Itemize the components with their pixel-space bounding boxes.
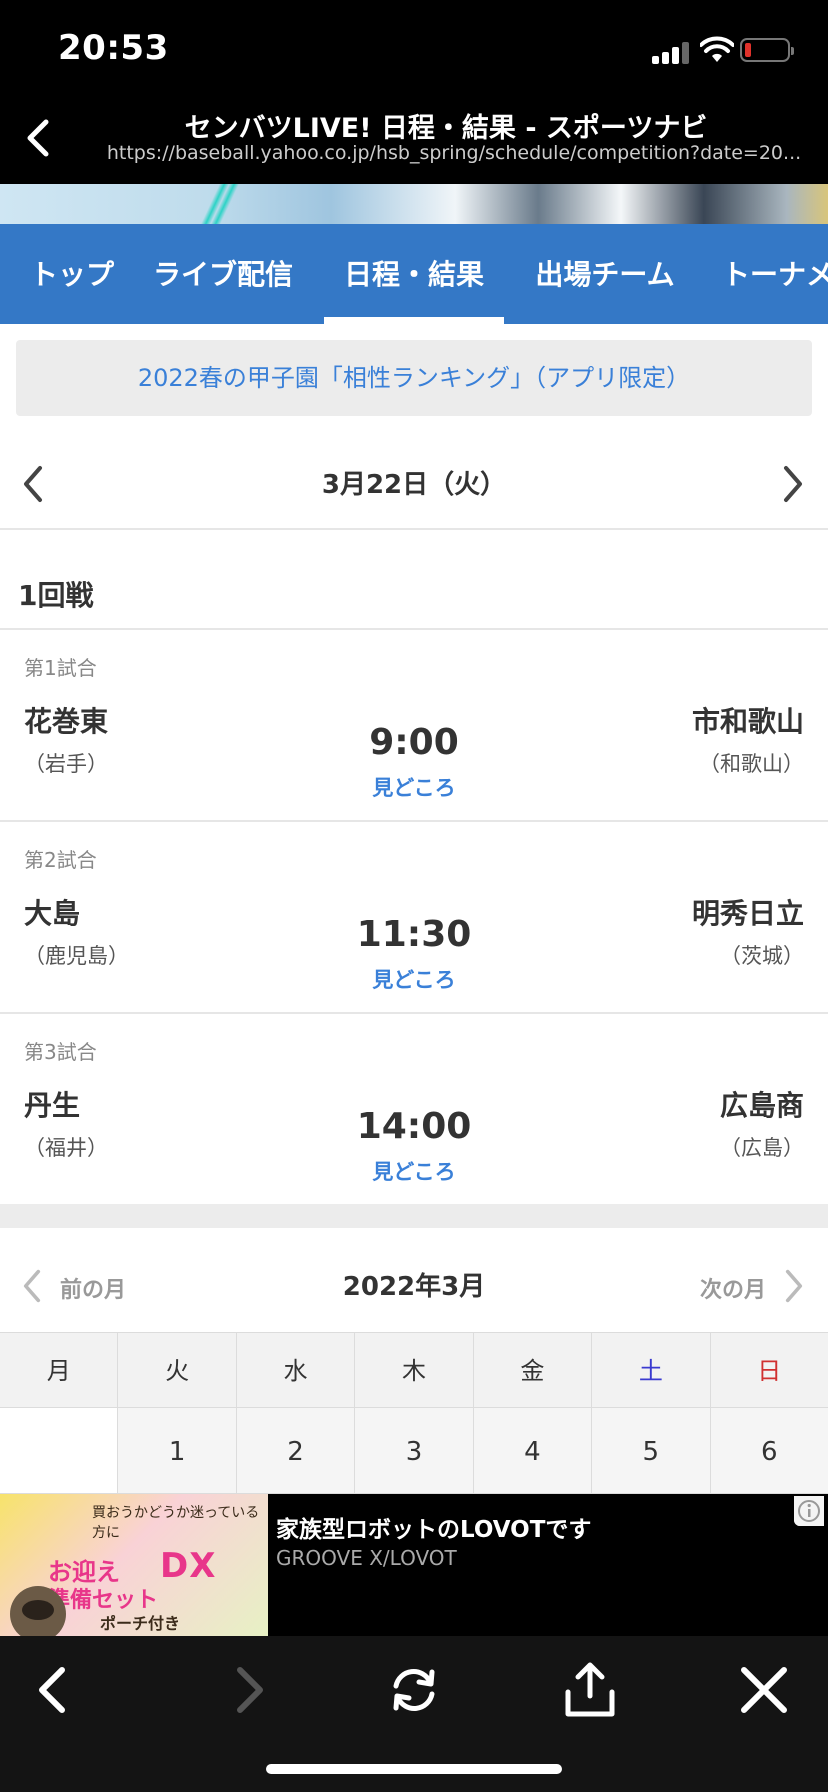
section-tabs: トップ ライブ配信 日程・結果 出場チーム トーナメ <box>0 224 828 324</box>
weekday-thu: 木 <box>355 1332 474 1408</box>
calendar-weekday-row: 月 火 水 木 金 土 日 <box>0 1332 828 1408</box>
back-arrow-icon[interactable] <box>24 1660 84 1720</box>
calendar-day-empty <box>0 1408 119 1494</box>
lovot-robot-image <box>10 1586 66 1636</box>
tab-tournament[interactable]: トーナメ <box>722 224 828 324</box>
advertisement[interactable]: 買おうかどうか迷っている方に お迎え 準備セット DX ポーチ付き 家族型ロボッ… <box>0 1494 828 1636</box>
date-navigator: 3月22日（火） <box>0 434 828 530</box>
close-icon[interactable] <box>734 1660 794 1720</box>
ad-image-text: DX <box>160 1546 217 1586</box>
status-bar: 20:53 <box>0 0 828 92</box>
game-row[interactable]: 第1試合 花巻東 （岩手） 9:00 見どころ 市和歌山 （和歌山） <box>0 630 828 820</box>
game-row[interactable]: 第2試合 大島 （鹿児島） 11:30 見どころ 明秀日立 （茨城） <box>0 822 828 1012</box>
wifi-icon <box>700 36 734 62</box>
weekday-tue: 火 <box>118 1332 237 1408</box>
game-row[interactable]: 第3試合 丹生 （福井） 14:00 見どころ 広島商 （広島） <box>0 1014 828 1204</box>
away-team-name: 明秀日立 <box>691 897 804 930</box>
game-time: 14:00 <box>356 1106 472 1147</box>
ad-image-text: 買おうかどうか迷っている方に <box>92 1505 260 1541</box>
away-team-prefecture: （広島） <box>720 1136 804 1160</box>
ad-image[interactable]: 買おうかどうか迷っている方に お迎え 準備セット DX ポーチ付き <box>0 1494 268 1636</box>
game-number: 第1試合 <box>24 656 97 680</box>
next-month-link[interactable]: 次の月 <box>700 1272 766 1304</box>
promo-banner-link[interactable]: 2022春の甲子園「相性ランキング」（アプリ限定） <box>16 340 812 416</box>
calendar-day[interactable]: 6 <box>710 1408 828 1494</box>
page-url: https://baseball.yahoo.co.jp/hsb_spring/… <box>106 142 802 164</box>
calendar-day[interactable]: 5 <box>592 1408 711 1494</box>
tab-teams[interactable]: 出場チーム <box>532 224 678 324</box>
tab-top[interactable]: トップ <box>18 224 126 324</box>
away-team-name: 市和歌山 <box>691 705 804 738</box>
calendar-day[interactable]: 1 <box>118 1408 237 1494</box>
hero-banner-image <box>0 184 828 224</box>
ad-image-text: ポーチ付き <box>100 1614 181 1633</box>
round-heading: 1回戦 <box>18 579 94 612</box>
reload-icon[interactable] <box>384 1660 444 1720</box>
calendar-day[interactable]: 3 <box>355 1408 474 1494</box>
ad-title[interactable]: 家族型ロボットのLOVOTです <box>276 1510 591 1544</box>
month-navigator: 前の月 2022年3月 次の月 <box>0 1228 828 1332</box>
calendar-grid: 月 火 水 木 金 土 日 1 2 3 4 5 6 <box>0 1332 828 1494</box>
calendar-day[interactable]: 4 <box>473 1408 593 1494</box>
page-title: センバツLIVE! 日程・結果 - スポーツナビ <box>184 113 708 144</box>
section-spacer <box>0 1204 828 1228</box>
weekday-wed: 水 <box>236 1332 356 1408</box>
preview-link[interactable]: 見どころ <box>0 1156 828 1186</box>
weekday-sat: 土 <box>592 1332 711 1408</box>
next-day-chevron-icon[interactable] <box>778 464 808 504</box>
browser-header: センバツLIVE! 日程・結果 - スポーツナビ https://basebal… <box>0 92 828 184</box>
calendar-week-row: 1 2 3 4 5 6 <box>0 1408 828 1494</box>
away-team-name: 広島商 <box>719 1089 804 1122</box>
away-team-prefecture: （和歌山） <box>699 752 804 776</box>
weekday-sun: 日 <box>710 1332 828 1408</box>
ad-info-icon[interactable] <box>794 1496 824 1526</box>
preview-link[interactable]: 見どころ <box>0 964 828 994</box>
ad-advertiser: GROOVE X/LOVOT <box>276 1546 457 1570</box>
away-team-prefecture: （茨城） <box>720 944 804 968</box>
tab-schedule-results[interactable]: 日程・結果 <box>324 224 504 324</box>
forward-arrow-icon <box>237 1667 263 1713</box>
share-icon[interactable] <box>560 1660 620 1720</box>
status-time: 20:53 <box>58 28 169 68</box>
game-number: 第2試合 <box>24 848 97 872</box>
home-indicator[interactable] <box>266 1764 562 1774</box>
tab-live[interactable]: ライブ配信 <box>150 224 296 324</box>
battery-icon <box>740 38 794 62</box>
next-month-chevron-icon[interactable] <box>780 1268 808 1304</box>
close-back-chevron-icon[interactable] <box>22 118 56 158</box>
game-number: 第3試合 <box>24 1040 97 1064</box>
weekday-fri: 金 <box>473 1332 593 1408</box>
calendar-day[interactable]: 2 <box>236 1408 356 1494</box>
current-date: 3月22日（火） <box>321 470 507 500</box>
cellular-signal-icon <box>652 42 690 64</box>
weekday-mon: 月 <box>0 1332 119 1408</box>
